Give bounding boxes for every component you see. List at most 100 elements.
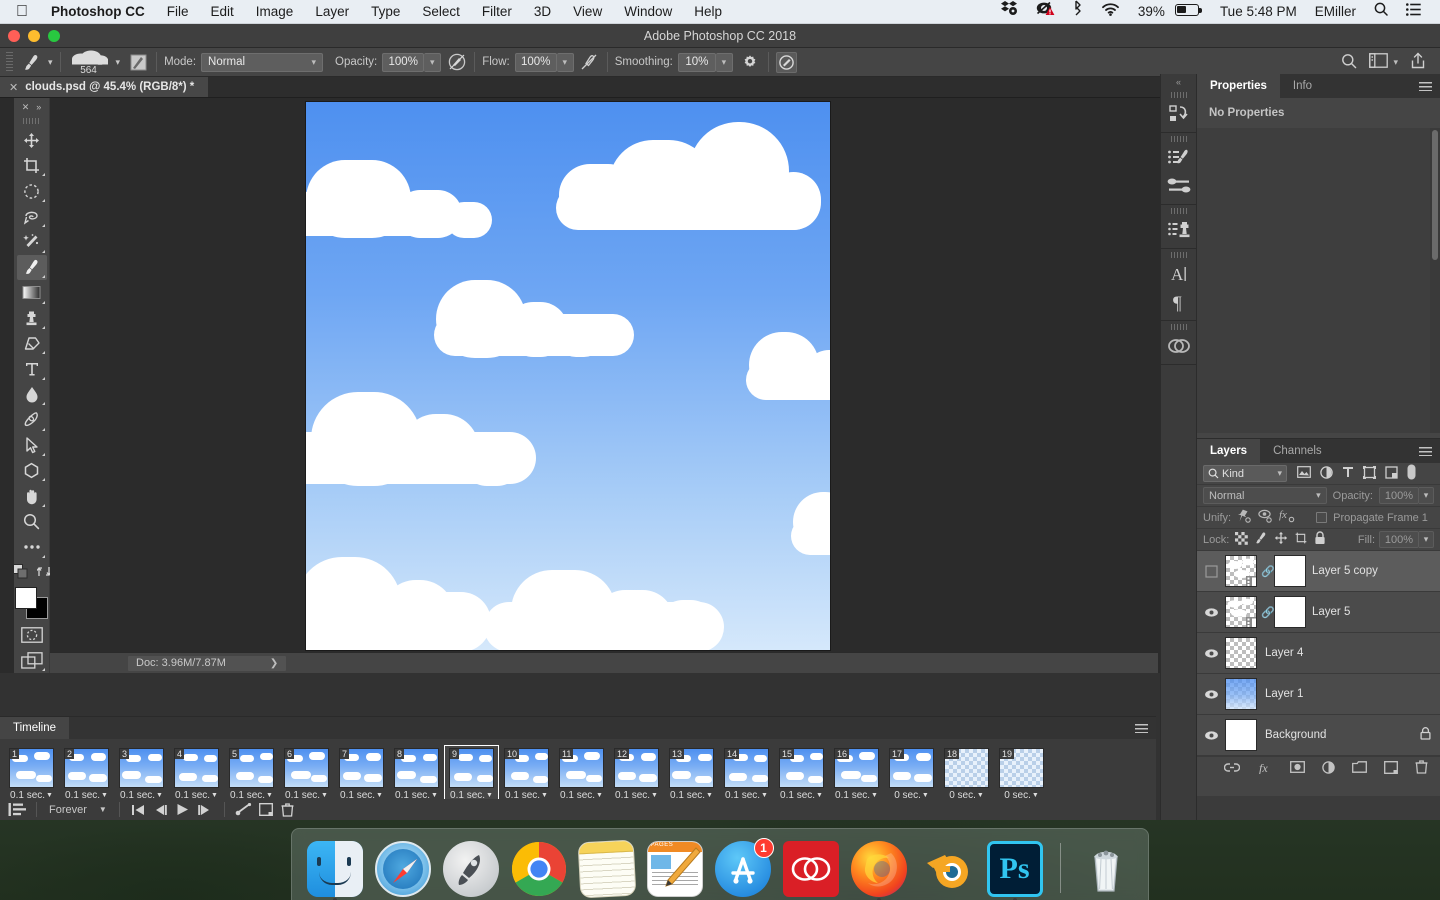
layer-visibility-toggle[interactable] — [1197, 689, 1225, 700]
brush-tool-dropdown-icon[interactable]: ▾ — [48, 57, 53, 68]
hand-tool[interactable] — [17, 483, 47, 508]
layer-name-label[interactable]: Layer 5 — [1312, 606, 1440, 618]
layer-thumbnail[interactable] — [1225, 637, 1257, 669]
new-layer-icon[interactable] — [1384, 760, 1398, 777]
menu-app-name[interactable]: Photoshop CC — [40, 0, 156, 24]
collapse-panels-icon[interactable]: « — [1161, 74, 1197, 89]
animation-frame[interactable]: 9 0.1 sec. ▼ — [444, 745, 499, 799]
frame-duration[interactable]: 0.1 sec. ▼ — [175, 790, 218, 799]
frame-duration[interactable]: 0.1 sec. ▼ — [835, 790, 878, 799]
dock-item-safari[interactable] — [374, 839, 432, 897]
notification-center-icon[interactable] — [1397, 0, 1430, 24]
frame-duration[interactable]: 0.1 sec. ▼ — [230, 790, 273, 799]
layer-mask-link-icon[interactable]: 🔗 — [1261, 565, 1275, 578]
layer-thumbnail[interactable] — [1225, 719, 1257, 751]
clone-stamp-tool[interactable] — [17, 306, 47, 331]
canvas-area[interactable] — [50, 98, 1305, 673]
lock-transparency-icon[interactable] — [1235, 531, 1249, 548]
panel-menu-icon[interactable] — [1419, 439, 1432, 463]
frame-duration[interactable]: 0.1 sec. ▼ — [285, 790, 328, 799]
document-canvas[interactable] — [306, 102, 830, 650]
magic-wand-tool[interactable] — [17, 229, 47, 254]
frame-thumbnail[interactable]: 17 — [889, 748, 934, 788]
layer-kind-select[interactable]: Kind ▾ — [1203, 465, 1287, 482]
eraser-tool[interactable] — [17, 331, 47, 356]
minimize-window-button[interactable] — [28, 30, 40, 42]
unify-position-icon[interactable] — [1237, 509, 1252, 526]
document-size-status[interactable]: Doc: 3.96M/7.87M ❯ — [128, 655, 287, 671]
animation-frame[interactable]: 11 0.1 sec. ▼ — [554, 745, 609, 799]
symmetry-icon[interactable] — [775, 51, 797, 73]
flow-stepper[interactable]: ▾ — [556, 52, 574, 72]
dock-item-chrome[interactable] — [510, 839, 568, 897]
dock-item-pages[interactable]: PAGES — [646, 839, 704, 897]
clock-label[interactable]: Tue 5:48 PM — [1211, 0, 1306, 24]
rail-grip[interactable] — [1170, 92, 1187, 98]
animation-frame[interactable]: 12 0.1 sec. ▼ — [609, 745, 664, 799]
lock-all-icon[interactable] — [1314, 531, 1326, 548]
dock-item-firefox[interactable] — [850, 839, 908, 900]
frame-duration[interactable]: 0.1 sec. ▼ — [120, 790, 163, 799]
frame-thumbnail[interactable]: 10 — [504, 748, 549, 788]
battery-icon[interactable] — [1174, 0, 1211, 24]
layer-mask-thumbnail[interactable] — [1274, 555, 1306, 587]
animation-frame[interactable]: 3 0.1 sec. ▼ — [114, 745, 169, 799]
maximize-window-button[interactable] — [48, 30, 60, 42]
layer-opacity-input[interactable]: 100% — [1379, 487, 1419, 504]
loop-options-select[interactable]: Forever ▼ — [45, 804, 111, 816]
menu-item-view[interactable]: View — [562, 0, 613, 24]
layer-name-label[interactable]: Layer 1 — [1265, 688, 1440, 700]
dock-item-launchpad[interactable] — [442, 839, 500, 897]
tab-layers[interactable]: Layers — [1197, 439, 1261, 463]
apple-menu-icon[interactable]:  — [10, 2, 40, 22]
layer-visibility-toggle[interactable] — [1197, 607, 1225, 618]
menu-item-filter[interactable]: Filter — [471, 0, 523, 24]
marquee-tool[interactable] — [17, 178, 47, 203]
frame-duration[interactable]: 0 sec. ▼ — [894, 790, 929, 799]
frame-thumbnail[interactable]: 8 — [394, 748, 439, 788]
frame-duration[interactable]: 0.1 sec. ▼ — [560, 790, 603, 799]
frame-thumbnail[interactable]: 19 — [999, 748, 1044, 788]
frame-thumbnail[interactable]: 12 — [614, 748, 659, 788]
workspace-dropdown-icon[interactable]: ▾ — [1393, 57, 1398, 68]
panel-menu-icon[interactable] — [1419, 74, 1432, 98]
lock-artboard-icon[interactable] — [1294, 531, 1308, 548]
animation-frame[interactable]: 8 0.1 sec. ▼ — [389, 745, 444, 799]
screen-mode-icon[interactable] — [17, 647, 47, 672]
menu-item-3d[interactable]: 3D — [523, 0, 562, 24]
frame-duration[interactable]: 0.1 sec. ▼ — [505, 790, 548, 799]
chevron-right-icon[interactable]: ❯ — [270, 658, 278, 669]
frame-duration[interactable]: 0.1 sec. ▼ — [395, 790, 438, 799]
history-panel-icon[interactable] — [1164, 100, 1194, 128]
frame-duration[interactable]: 0.1 sec. ▼ — [10, 790, 53, 799]
lock-image-icon[interactable] — [1254, 531, 1268, 548]
blur-tool[interactable] — [17, 382, 47, 407]
blend-mode-select[interactable]: Normal ▾ — [201, 52, 324, 72]
tab-channels[interactable]: Channels — [1260, 439, 1335, 463]
close-window-button[interactable] — [8, 30, 20, 42]
toolbox-grip[interactable] — [22, 117, 41, 124]
previous-frame-button[interactable] — [150, 801, 172, 819]
play-button[interactable] — [172, 801, 194, 819]
rail-grip[interactable] — [1170, 136, 1187, 142]
frame-duration[interactable]: 0.1 sec. ▼ — [340, 790, 383, 799]
animation-frame[interactable]: 10 0.1 sec. ▼ — [499, 745, 554, 799]
opacity-input[interactable]: 100% — [382, 52, 425, 72]
frame-duration[interactable]: 0.1 sec. ▼ — [780, 790, 823, 799]
gear-icon[interactable] — [740, 52, 761, 73]
close-icon[interactable]: ✕ — [9, 81, 18, 94]
animation-frame[interactable]: 18 0 sec. ▼ — [939, 745, 994, 799]
brush-presets-panel-icon[interactable] — [1164, 144, 1194, 172]
lock-position-icon[interactable] — [1274, 531, 1288, 548]
edit-toolbar-tool[interactable] — [17, 534, 47, 559]
menu-item-image[interactable]: Image — [245, 0, 305, 24]
layer-name-label[interactable]: Background — [1265, 729, 1420, 741]
frame-thumbnail[interactable]: 15 — [779, 748, 824, 788]
menu-item-type[interactable]: Type — [360, 0, 411, 24]
smart-object-filter-icon[interactable] — [1385, 465, 1398, 482]
layer-thumbnail[interactable] — [1225, 678, 1257, 710]
frame-thumbnail[interactable]: 4 — [174, 748, 219, 788]
lasso-tool[interactable] — [17, 204, 47, 229]
layer-visibility-toggle[interactable] — [1197, 730, 1225, 741]
frame-thumbnail[interactable]: 5 — [229, 748, 274, 788]
